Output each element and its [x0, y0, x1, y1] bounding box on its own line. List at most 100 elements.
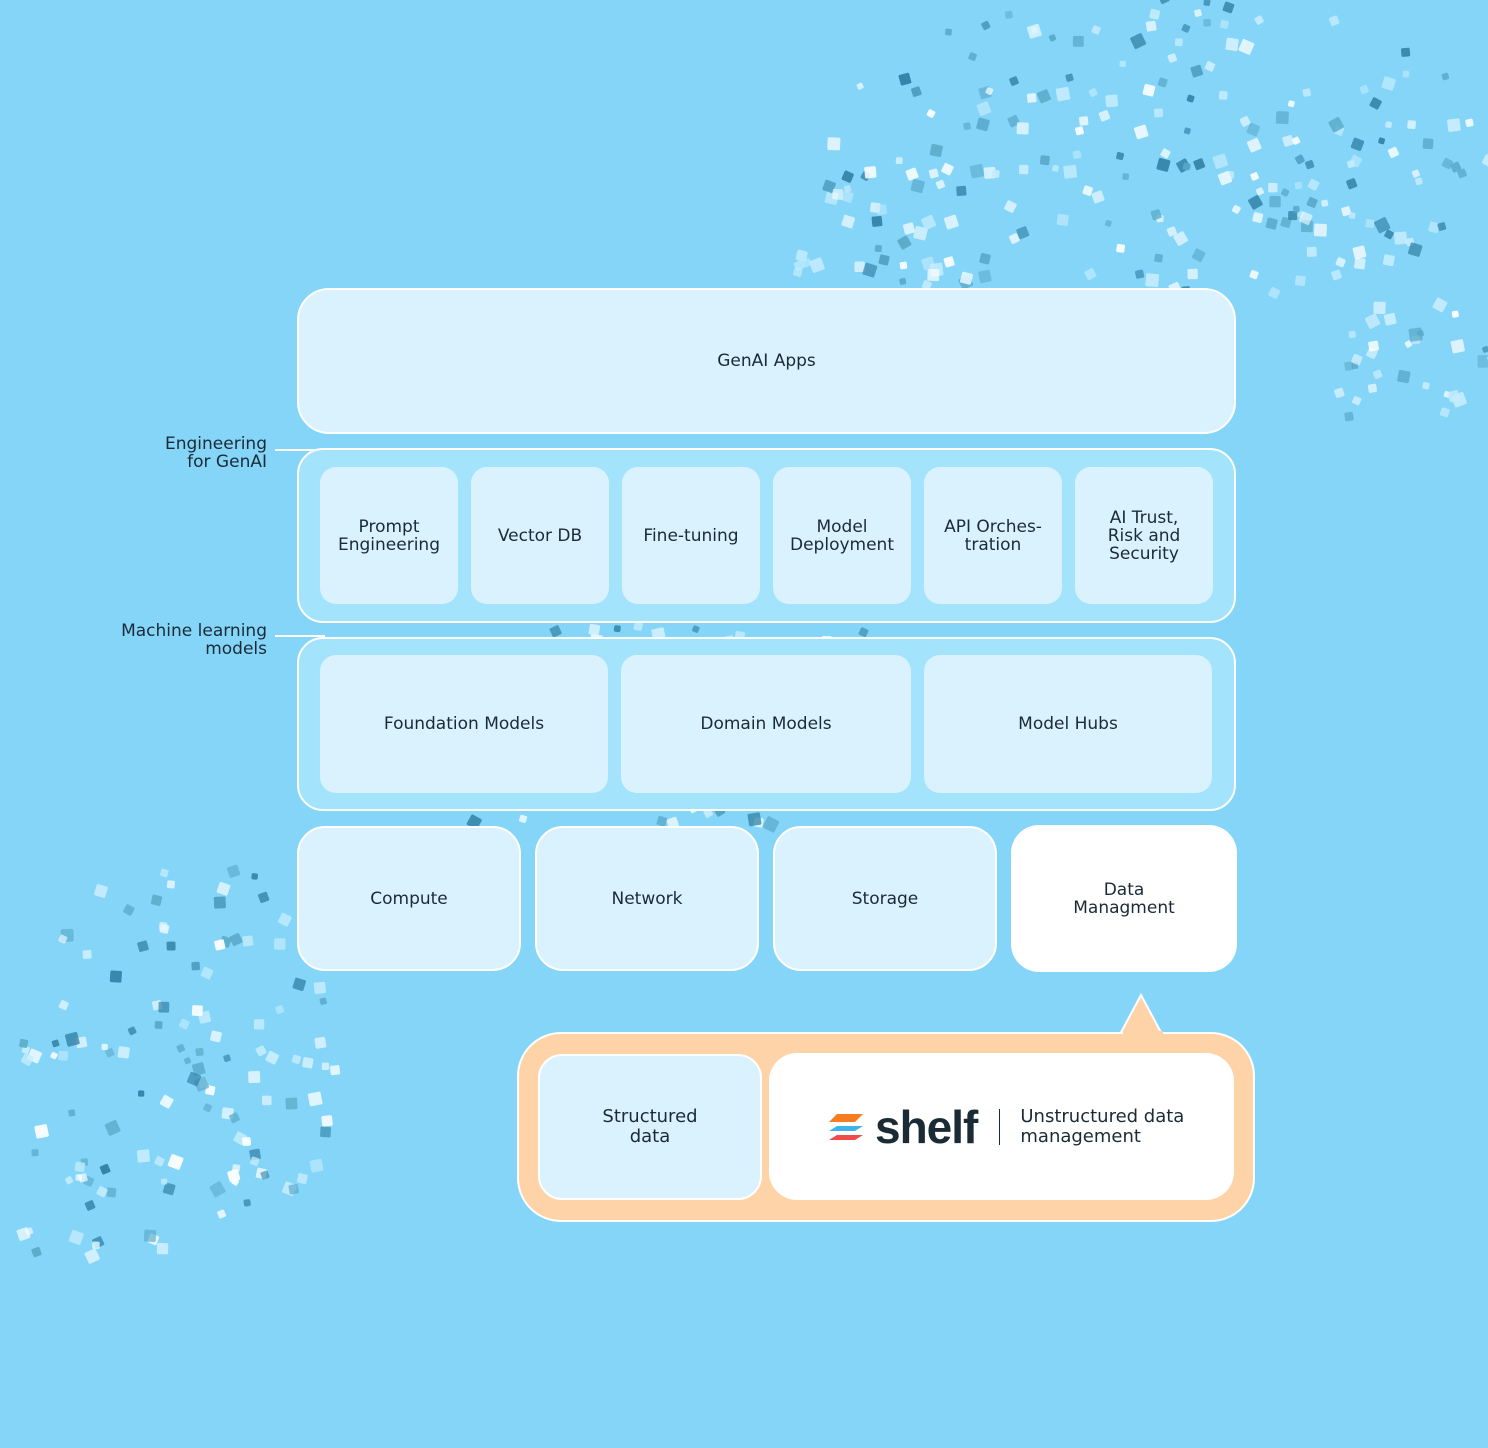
confetti-piece [1451, 310, 1459, 318]
confetti-piece [1142, 83, 1156, 97]
confetti-piece [253, 1019, 265, 1030]
confetti-piece [1367, 383, 1378, 393]
confetti-piece [117, 1046, 130, 1059]
confetti-piece [178, 1018, 190, 1030]
confetti-piece [156, 1243, 169, 1255]
confetti-piece [291, 1054, 302, 1064]
confetti-piece [1156, 157, 1171, 172]
confetti-piece [1105, 94, 1119, 108]
confetti-piece [841, 190, 854, 203]
confetti-piece [319, 997, 327, 1005]
confetti-piece [1369, 97, 1382, 110]
confetti-piece [1288, 100, 1295, 108]
confetti-piece [1328, 15, 1340, 27]
confetti-piece [1269, 195, 1281, 208]
confetti-piece [1052, 164, 1059, 172]
confetti-piece [313, 981, 327, 995]
infrastructure-card-label: Compute [370, 888, 448, 909]
confetti-piece [203, 1103, 213, 1113]
confetti-piece [1254, 15, 1264, 25]
confetti-piece [895, 157, 903, 165]
confetti-piece [1294, 275, 1306, 287]
confetti-piece [1482, 154, 1488, 168]
confetti-piece [1359, 84, 1369, 95]
confetti-piece [1048, 34, 1057, 42]
confetti-piece [1364, 313, 1381, 329]
confetti-piece [158, 921, 168, 931]
confetti-piece [1422, 382, 1430, 390]
confetti-piece [929, 143, 943, 158]
confetti-piece [191, 961, 200, 971]
shelf-logo-layer [829, 1113, 863, 1122]
confetti-piece [217, 1209, 227, 1219]
logo-divider [999, 1108, 1001, 1145]
infrastructure-card: Network [535, 826, 759, 971]
confetti-piece [1222, 1, 1235, 14]
confetti-piece [292, 977, 306, 992]
confetti-piece [106, 1187, 117, 1198]
confetti-piece [613, 625, 621, 633]
confetti-piece [1018, 164, 1029, 175]
confetti-piece [910, 178, 925, 194]
confetti-piece [1378, 137, 1386, 145]
confetti-piece [981, 20, 991, 31]
confetti-piece [1407, 120, 1416, 130]
confetti-piece [1122, 173, 1129, 180]
confetti-piece [275, 1005, 285, 1015]
confetti-piece [991, 169, 1000, 178]
confetti-piece [871, 215, 883, 227]
confetti-piece [226, 864, 241, 878]
confetti-piece [1400, 47, 1411, 57]
confetti-piece [1225, 37, 1239, 52]
confetti-piece [692, 625, 700, 633]
confetti-piece [136, 1149, 151, 1163]
confetti-piece [65, 1176, 74, 1185]
confetti-piece [58, 1050, 69, 1061]
confetti-piece [1265, 217, 1278, 230]
confetti-piece [166, 880, 176, 889]
confetti-piece [265, 1050, 280, 1065]
confetti-piece [1203, 18, 1211, 27]
confetti-piece [968, 52, 977, 61]
confetti-piece [101, 1043, 108, 1051]
confetti-piece [1477, 355, 1488, 368]
confetti-piece [1181, 23, 1191, 33]
confetti-piece [943, 214, 959, 230]
confetti-piece [1465, 118, 1474, 128]
confetti-piece [956, 185, 967, 197]
confetti-piece [167, 1154, 184, 1170]
confetti-piece [1190, 64, 1204, 78]
confetti-piece [1004, 200, 1017, 213]
confetti-piece [747, 812, 762, 827]
confetti-piece [1072, 35, 1084, 47]
genai-apps-layer: GenAI Apps [297, 288, 1236, 434]
confetti-piece [242, 1137, 251, 1146]
confetti-piece [96, 1186, 108, 1198]
confetti-piece [1194, 9, 1202, 17]
genai-apps-label: GenAI Apps [717, 351, 816, 371]
confetti-piece [176, 1043, 186, 1053]
engineering-side-label: Engineering for GenAI [165, 434, 267, 472]
confetti-piece [1212, 153, 1228, 169]
confetti-piece [1248, 195, 1263, 210]
confetti-piece [1250, 172, 1259, 181]
engineering-card-label: Fine-tuning [643, 525, 739, 546]
confetti-piece [1321, 199, 1329, 207]
confetti-piece [549, 625, 562, 638]
confetti-piece [1387, 146, 1399, 159]
confetti-piece [309, 1158, 324, 1173]
confetti-piece [191, 1005, 203, 1017]
confetti-piece [944, 28, 952, 36]
confetti-piece [1294, 154, 1305, 165]
confetti-piece [926, 109, 936, 118]
confetti-piece [329, 1065, 341, 1076]
confetti-piece [1167, 53, 1178, 63]
confetti-piece [99, 1163, 111, 1175]
confetti-piece [1065, 73, 1074, 82]
confetti-piece [1218, 90, 1228, 100]
confetti-piece [1036, 89, 1051, 104]
confetti-piece [874, 244, 883, 253]
infrastructure-card: Compute [297, 826, 521, 971]
confetti-piece [976, 101, 992, 116]
confetti-piece [242, 935, 254, 947]
